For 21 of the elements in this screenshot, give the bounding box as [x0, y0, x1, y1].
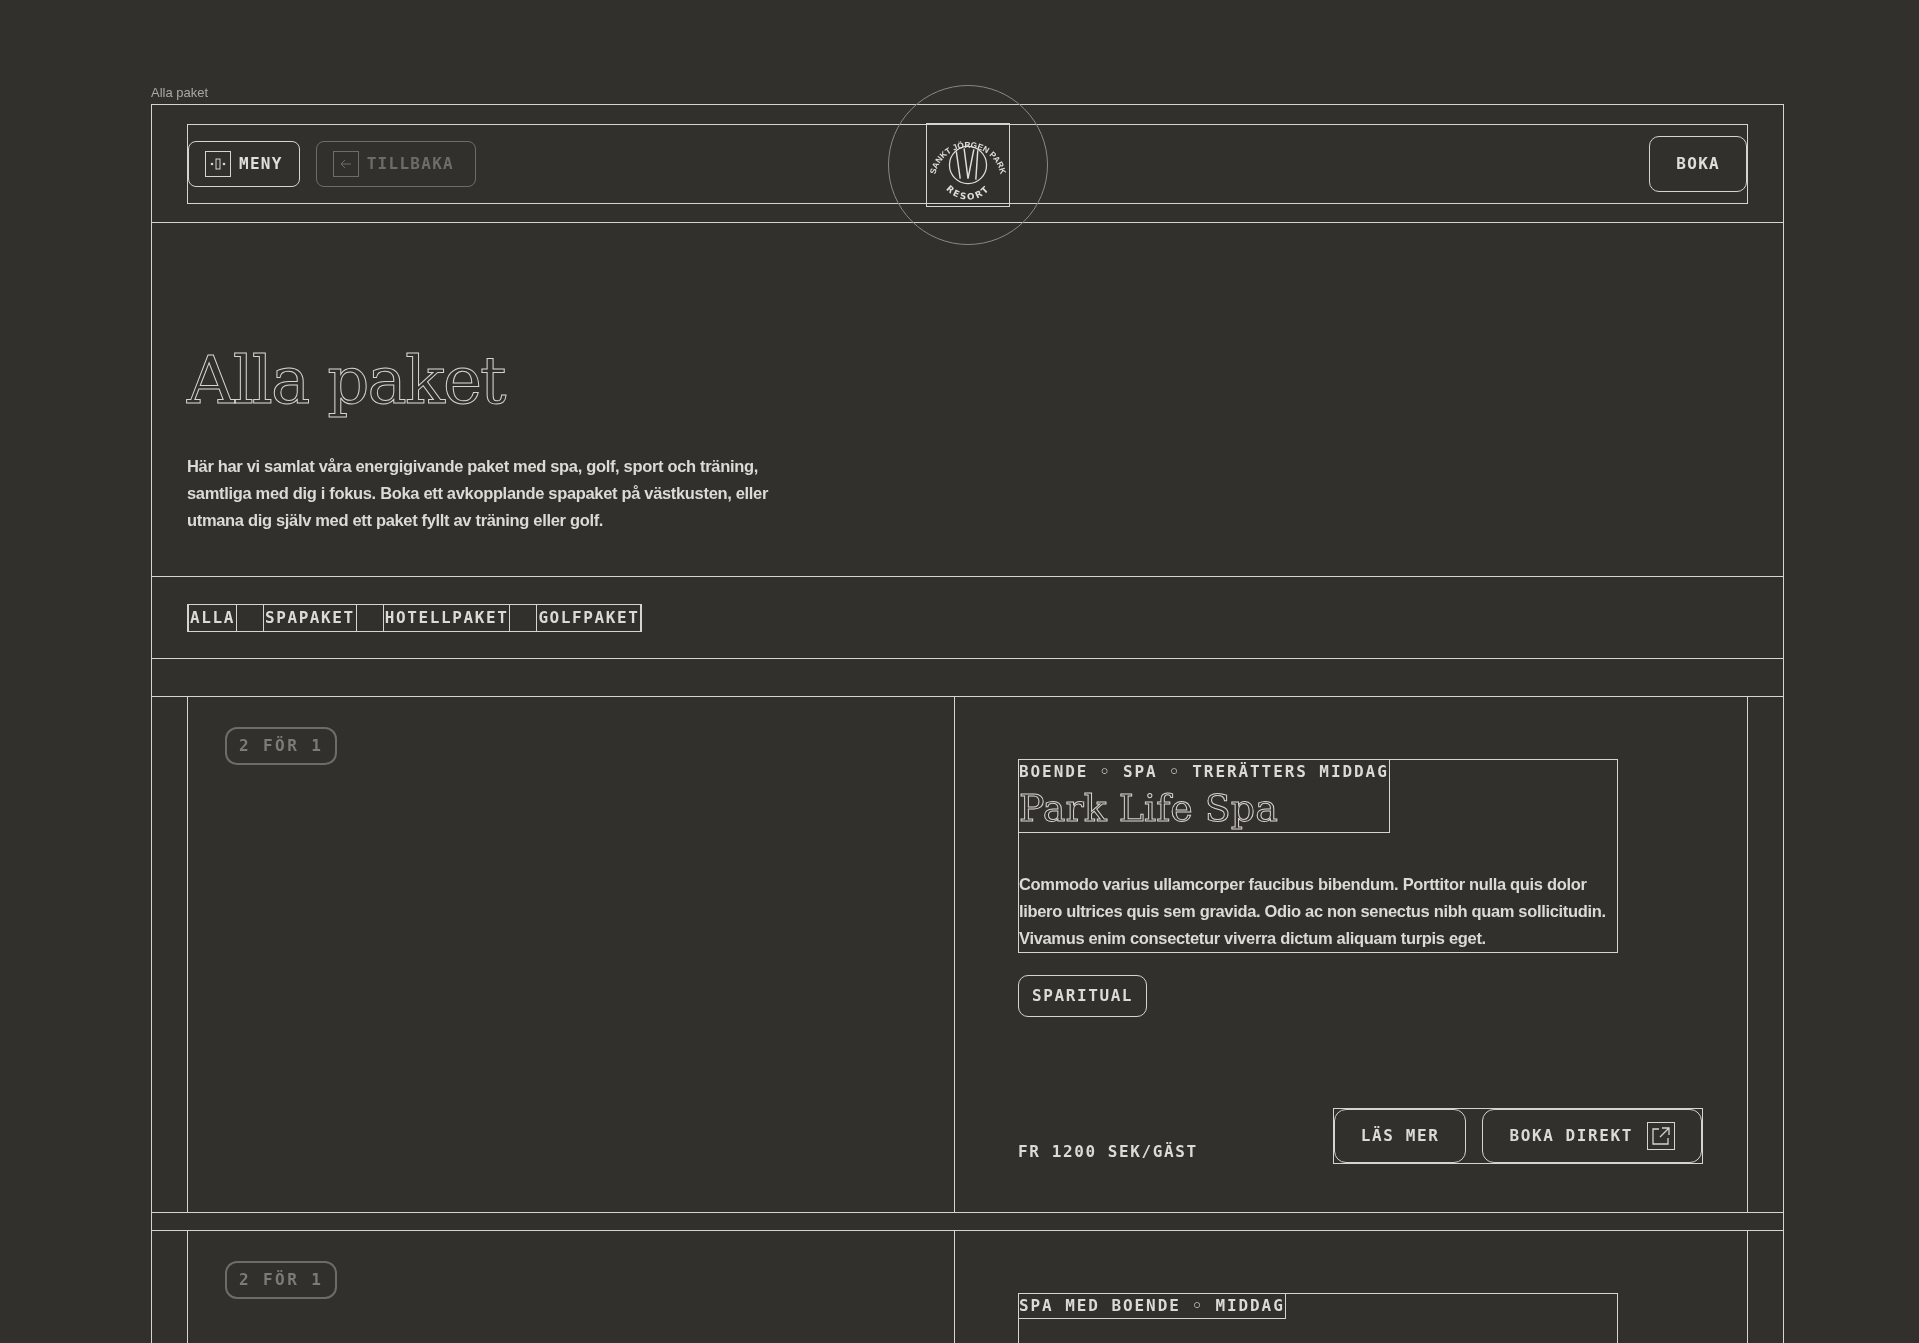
- filter-tab[interactable]: ALLA: [188, 605, 237, 631]
- filter-tab[interactable]: GOLFPAKET: [536, 605, 642, 631]
- package-categories: BOENDE ◦ SPA ◦ TRERÄTTERS MIDDAG: [1019, 761, 1389, 783]
- read-more-button[interactable]: LÄS MER: [1333, 1109, 1467, 1163]
- package-categories: SPA MED BOENDE ◦ MIDDAG: [1019, 1295, 1285, 1317]
- package-title: Park Life Spa: [1019, 785, 1279, 832]
- filter-tab[interactable]: SPAPAKET: [262, 605, 357, 631]
- tag-button[interactable]: SPARITUAL: [1018, 975, 1148, 1017]
- offer-badge: 2 FÖR 1: [225, 727, 338, 765]
- package-description: Commodo varius ullamcorper faucibus bibendum. Porttitor nulla quis dolor libero ultrices quis sem gravida. Odio ac non senectus nibh quam sollicitudin. Vivamus enim consectetur viverra dictum aliquam turpis eget.: [1019, 874, 1607, 949]
- menu-button[interactable]: MENY: [188, 141, 300, 187]
- menu-icon: [205, 151, 231, 177]
- page-title: Alla paket: [187, 341, 507, 421]
- frame-label: Alla paket: [151, 84, 209, 102]
- book-direct-button[interactable]: BOKA DIREKT: [1482, 1109, 1702, 1163]
- package-price: FR 1200 SEK/GÄST: [1018, 1141, 1198, 1163]
- filter-tab[interactable]: HOTELLPAKET: [382, 605, 511, 631]
- offer-badge: 2 FÖR 1: [225, 1261, 338, 1299]
- book-button[interactable]: BOKA: [1649, 136, 1747, 192]
- intro-text: Här har vi samlat våra energigivande paket med spa, golf, sport och träning, samtliga med dig i fokus. Boka ett avkopplande spapaket på västkusten, eller utmana dig själv med ett paket fyllt av träning eller golf.: [187, 456, 770, 531]
- external-link-icon: [1647, 1122, 1675, 1150]
